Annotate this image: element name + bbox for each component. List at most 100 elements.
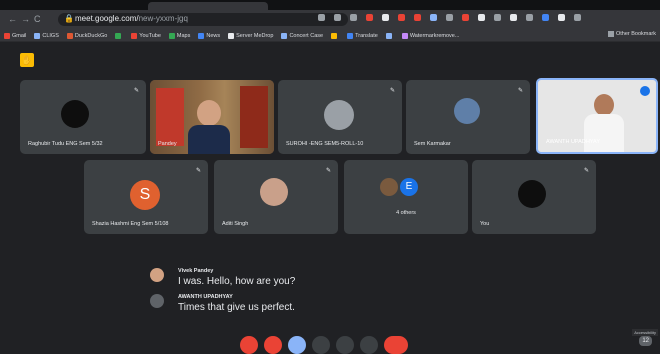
participant-tile[interactable]: ✎ Raghubir Tudu ENG Sem 5/32 — [20, 80, 146, 154]
mic-muted-icon: ✎ — [133, 88, 139, 94]
bookmark-favicon-icon — [198, 33, 205, 39]
speaker-name: AWANTH UPADHYAY — [178, 294, 233, 300]
caption-text: I was. Hello, how are you? — [178, 276, 296, 287]
extension-icon[interactable] — [350, 14, 357, 21]
extension-icon[interactable] — [366, 14, 373, 21]
extension-icon[interactable] — [430, 14, 437, 21]
extension-icon[interactable] — [510, 14, 517, 21]
bookmark-item[interactable]: YouTube — [131, 33, 161, 39]
bookmark-favicon-icon — [4, 33, 10, 39]
bookmark-label: Watermarkremove... — [409, 33, 460, 39]
participant-tile[interactable]: ✎ Aditi Singh — [214, 160, 338, 234]
participant-name: AWANTH UPADHYAY — [546, 139, 600, 145]
bookmark-favicon-icon — [168, 33, 175, 39]
present-button[interactable] — [336, 336, 354, 354]
mic-button[interactable] — [240, 336, 258, 354]
raise-hand-button[interactable] — [312, 336, 330, 354]
back-button[interactable]: ← — [8, 13, 17, 25]
camera-button[interactable] — [264, 336, 282, 354]
bookmark-item[interactable]: Translate — [347, 33, 378, 39]
extension-icon[interactable] — [398, 14, 405, 21]
bookmark-favicon-icon — [131, 33, 138, 39]
speaker-avatar — [150, 268, 164, 282]
bookmark-label: News — [206, 33, 221, 39]
person-face — [197, 100, 221, 126]
participant-video-tile[interactable]: AWANTH UPADHYAY — [536, 78, 658, 154]
bookmark-favicon-icon — [66, 33, 73, 39]
extension-icon[interactable] — [334, 14, 341, 21]
person-body — [188, 125, 230, 154]
extension-icon[interactable] — [558, 14, 565, 21]
extension-icon[interactable] — [574, 14, 581, 21]
self-tile[interactable]: ✎ You — [472, 160, 596, 234]
extension-icon[interactable] — [446, 14, 453, 21]
bookmark-item[interactable]: Server MeDrop — [228, 33, 273, 39]
call-controls — [240, 336, 408, 354]
extension-icon[interactable] — [318, 14, 325, 21]
participants-count[interactable]: 12 — [639, 336, 652, 346]
forward-button[interactable]: → — [21, 13, 30, 25]
extension-icon[interactable] — [462, 14, 469, 21]
participant-tile[interactable]: ✎ Sem Karmakar — [406, 80, 530, 154]
end-call-button[interactable] — [384, 336, 408, 354]
bookmark-favicon-icon — [115, 33, 122, 39]
bookshelf — [156, 88, 184, 146]
url-path: new-yxxm-jgq — [138, 14, 188, 23]
mic-muted-icon: ✎ — [389, 88, 395, 94]
bookmark-label: YouTube — [139, 33, 161, 39]
mic-muted-icon: ✎ — [325, 168, 331, 174]
bookmark-item[interactable]: Maps — [168, 33, 190, 39]
bookmark-item[interactable]: Watermarkremove... — [401, 33, 460, 39]
extension-icon[interactable] — [542, 14, 549, 21]
bookmark-favicon-icon — [281, 33, 288, 39]
address-bar[interactable]: 🔒 meet.google.com/new-yxxm-jgq — [58, 13, 348, 26]
bookmark-item[interactable]: Concert Case — [281, 33, 323, 39]
bookmark-item[interactable] — [385, 33, 394, 39]
reload-button[interactable]: C — [34, 13, 41, 25]
avatar — [380, 178, 398, 196]
bookmark-item[interactable]: DuckDuckGo — [66, 33, 108, 39]
bookmark-item[interactable] — [331, 33, 339, 39]
bookmark-item[interactable]: CLIGS — [34, 33, 59, 39]
bookmark-favicon-icon — [331, 33, 338, 39]
avatar: E — [400, 178, 418, 196]
more-options-button[interactable] — [360, 336, 378, 354]
speaking-indicator-icon — [640, 86, 650, 96]
participant-name: You — [480, 221, 490, 227]
active-tab[interactable] — [148, 2, 268, 10]
avatar — [324, 100, 354, 130]
participant-video-tile[interactable]: Pandey — [150, 80, 274, 154]
avatar — [518, 180, 546, 208]
bookmark-favicon-icon — [228, 33, 235, 39]
extension-icon[interactable] — [382, 14, 389, 21]
other-bookmarks[interactable]: Other Bookmark — [607, 31, 656, 37]
bookmark-label: Translate — [355, 33, 378, 39]
bookmark-item[interactable]: Gmail — [4, 33, 26, 39]
participant-tile[interactable]: ✎ S Shazia Hashmi Eng Sem 5/108 — [84, 160, 208, 234]
hand-icon[interactable]: ✋ — [20, 53, 34, 67]
bookshelf — [240, 86, 268, 148]
extension-icon[interactable] — [478, 14, 485, 21]
participant-name: Pandey — [158, 141, 177, 147]
participant-group-tile[interactable]: E 4 others — [344, 160, 468, 234]
mic-muted-icon: ✎ — [583, 168, 589, 174]
extension-icon[interactable] — [526, 14, 533, 21]
extension-icon[interactable] — [494, 14, 501, 21]
extension-icon[interactable] — [414, 14, 421, 21]
captions-button[interactable] — [288, 336, 306, 354]
bookmark-label: CLIGS — [42, 33, 59, 39]
bookmark-label: Server MeDrop — [236, 33, 274, 39]
participant-tile[interactable]: ✎ SUROHI -ENG SEM5-ROLL-10 — [278, 80, 402, 154]
participant-name: Aditi Singh — [222, 221, 249, 227]
bookmark-item[interactable]: News — [198, 33, 220, 39]
participant-name: Sem Karmakar — [414, 141, 451, 147]
avatar: S — [130, 180, 160, 210]
avatar — [260, 178, 288, 206]
bookmark-label: DuckDuckGo — [74, 33, 108, 39]
mic-muted-icon: ✎ — [195, 168, 201, 174]
corner-controls: 12 — [639, 336, 652, 346]
bookmark-item[interactable] — [115, 33, 123, 39]
mic-muted-icon: ✎ — [517, 88, 523, 94]
others-count: 4 others — [396, 210, 416, 216]
participant-name: Raghubir Tudu ENG Sem 5/32 — [28, 141, 103, 147]
